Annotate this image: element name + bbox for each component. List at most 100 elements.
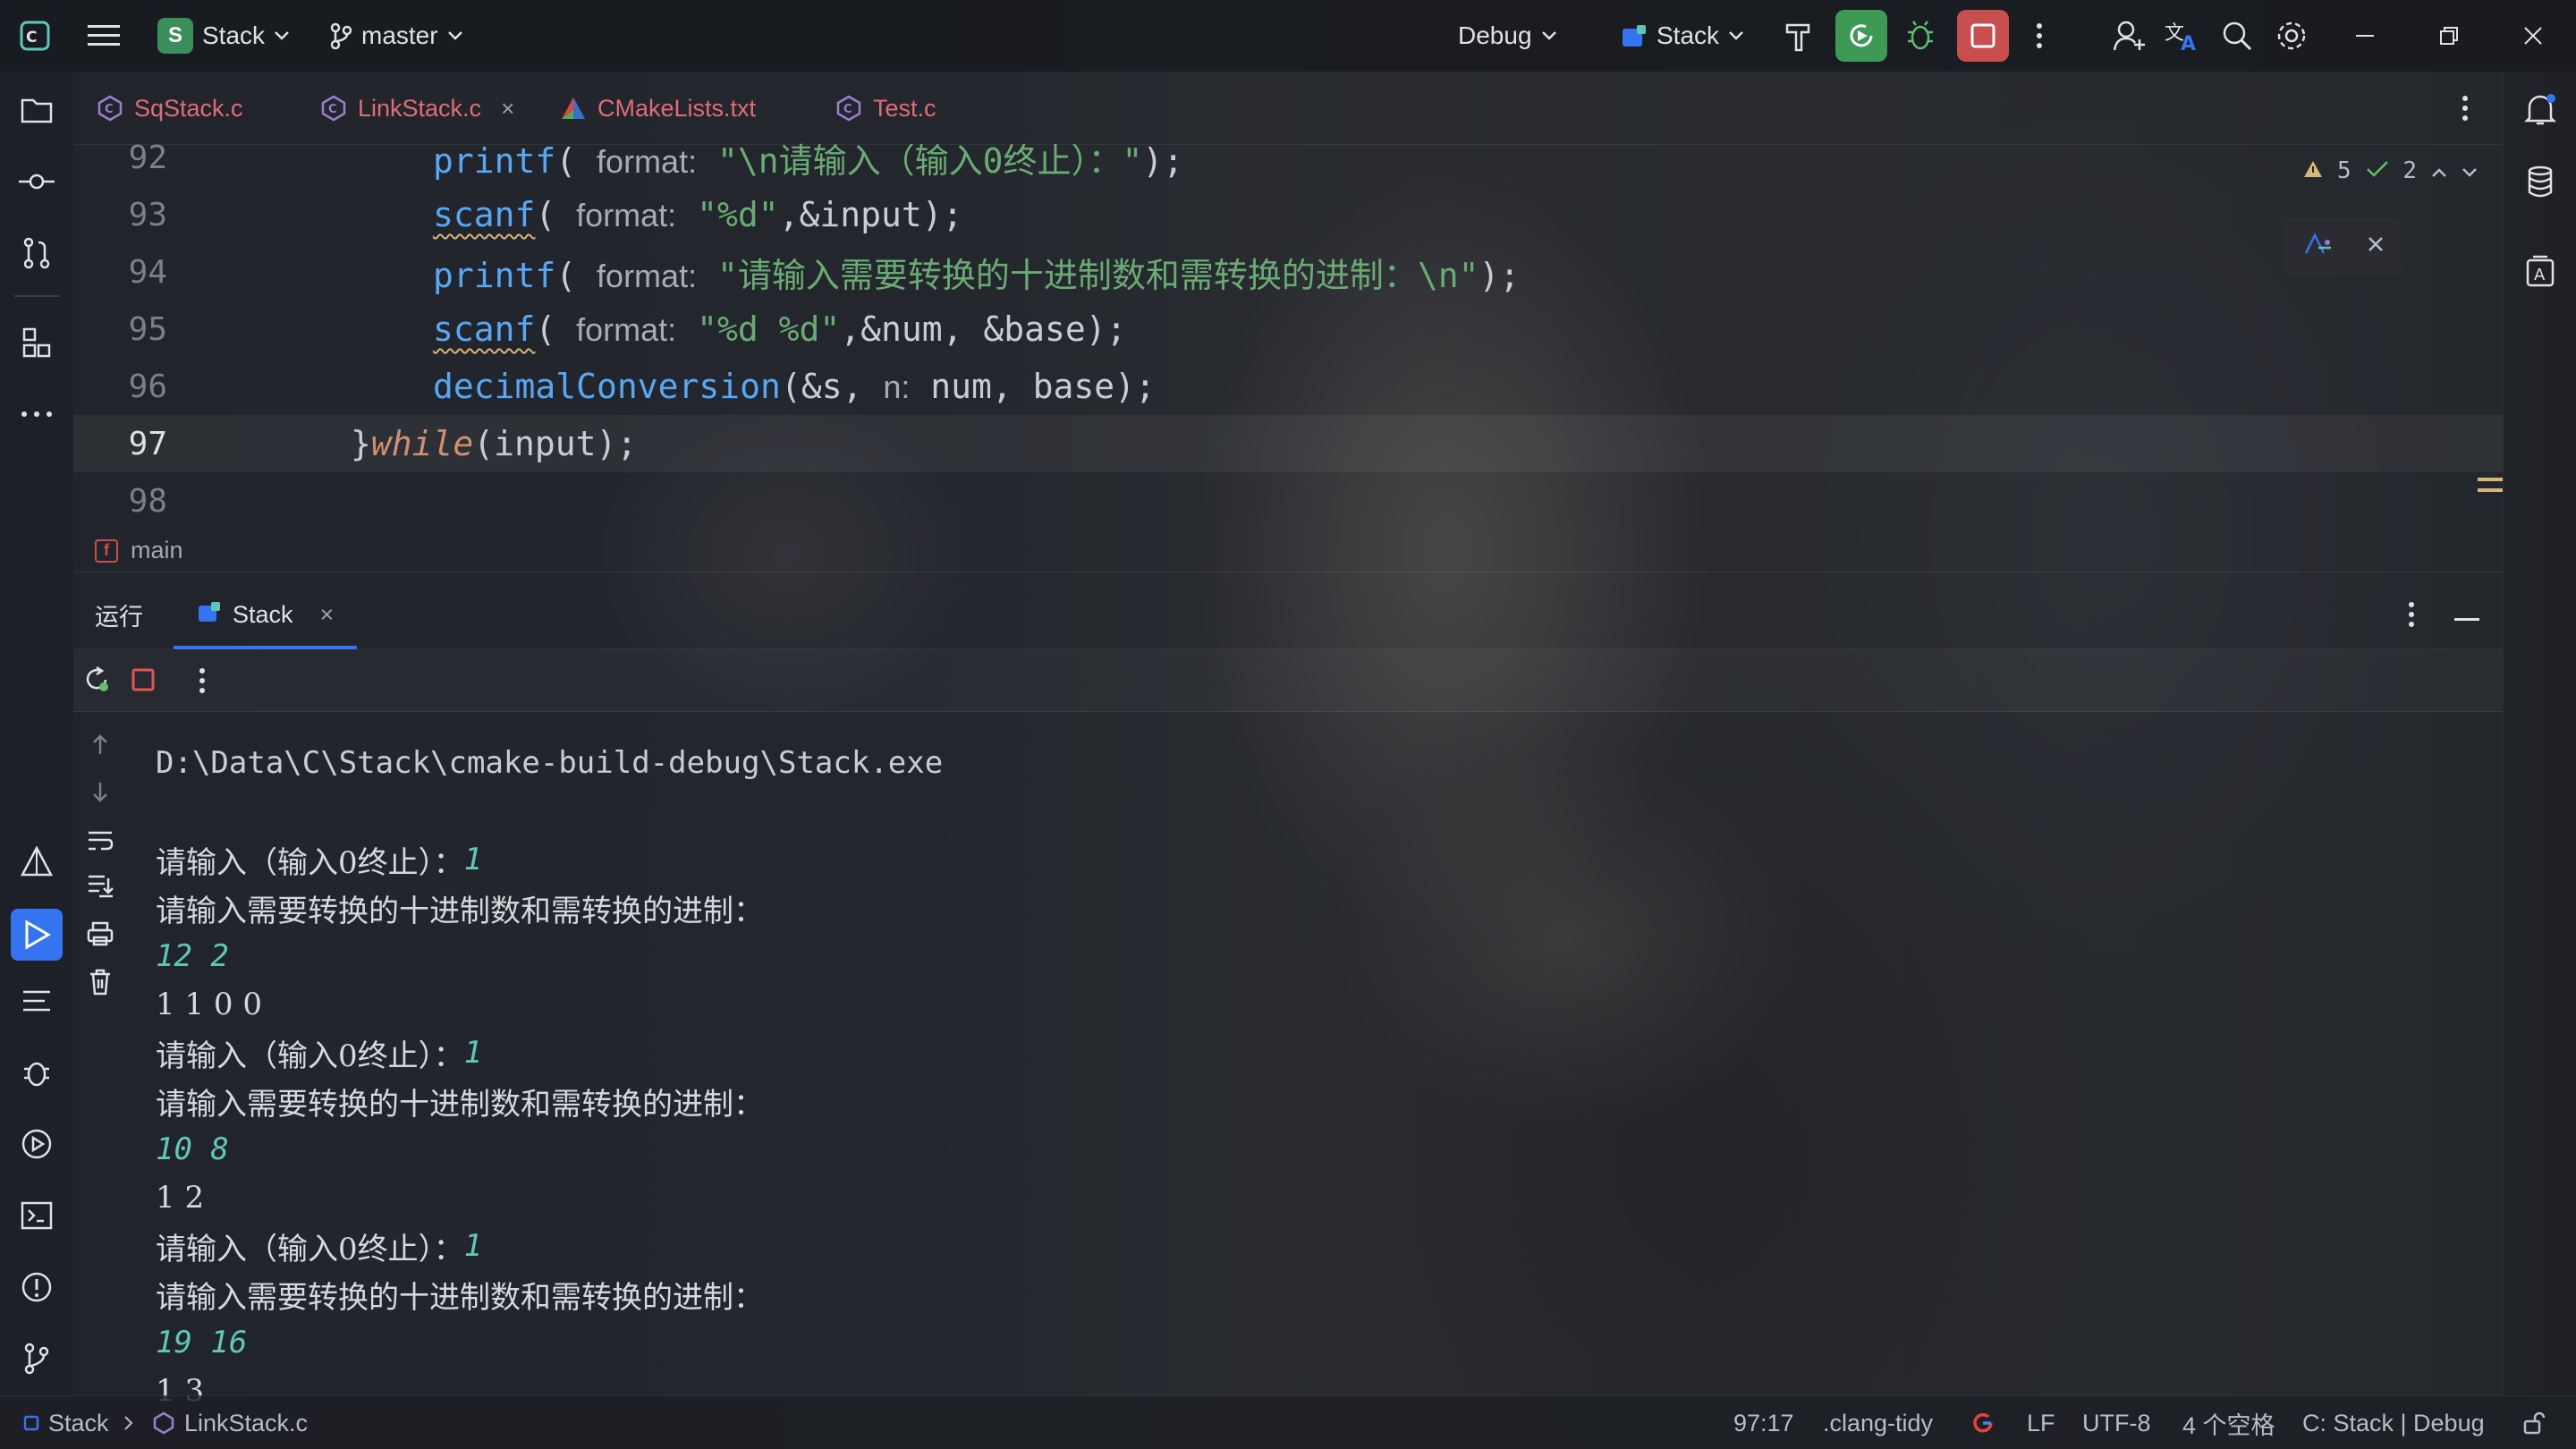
status-project[interactable]: Stack [23, 1396, 109, 1449]
status-context[interactable]: C: Stack | Debug [2302, 1396, 2485, 1449]
commit-icon[interactable] [16, 161, 57, 202]
cmake-icon[interactable] [16, 841, 57, 882]
git-icon[interactable] [16, 1338, 57, 1379]
console-user-input: 10 8 [156, 1131, 229, 1167]
settings-gear-icon[interactable] [2275, 0, 2308, 72]
code-line: 94 printf( format: "请输入需要转换的十进制数和需转换的进制：… [73, 243, 2503, 301]
code-text: scanf( format: "%d",&input); [433, 195, 963, 234]
more-actions-icon[interactable] [199, 667, 206, 699]
code-line: 92 printf( format: "\n请输入（输入0终止）："); [73, 129, 2503, 186]
minimize-icon[interactable] [2354, 0, 2376, 72]
status-file[interactable]: LinkStack.c [152, 1396, 308, 1449]
breadcrumb-function: main [131, 537, 183, 564]
rerun-icon[interactable] [82, 665, 111, 699]
c-file-icon: C [320, 95, 347, 122]
ide-window: C S Stack master Debug Stack 文 A A C SqS… [0, 0, 2576, 1449]
project-name: Stack [202, 21, 266, 49]
svg-text:A: A [2181, 33, 2196, 52]
status-encoding[interactable]: UTF-8 [2082, 1396, 2151, 1449]
console-line: 请输入需要转换的十进制数和需转换的进制： [156, 1077, 764, 1125]
toolbar-divider [14, 295, 59, 297]
ai-assistant-icon[interactable]: A [2520, 250, 2561, 292]
messages-icon[interactable] [16, 980, 57, 1021]
line-number: 95 [128, 310, 167, 348]
code-editor[interactable]: 5 2 92 printf( format: "\n请输入（输入0终止）：");… [73, 140, 2503, 530]
debug-icon[interactable] [16, 1052, 57, 1093]
hide-panel-icon[interactable] [2454, 612, 2479, 628]
console-line: 请输入（输入0终止）： 1 [156, 1029, 482, 1077]
translate-icon[interactable]: 文A [2165, 0, 2200, 72]
svg-text:C: C [26, 29, 37, 47]
chevron-right-icon [123, 1396, 134, 1449]
code-text: scanf( format: "%d %d",&num, &base); [433, 309, 1127, 349]
app-logo-icon[interactable]: C [20, 0, 50, 72]
services-icon[interactable] [16, 1123, 57, 1165]
close-tab-icon[interactable]: × [501, 95, 514, 123]
target-config-icon [1621, 23, 1648, 48]
stop-icon [1957, 10, 2009, 62]
soft-wrap-icon[interactable] [82, 823, 118, 859]
close-popup-icon[interactable] [2368, 236, 2384, 257]
more-tools-icon[interactable] [16, 394, 57, 435]
more-actions-icon[interactable] [2036, 0, 2043, 72]
scroll-marker-icon[interactable] [2478, 472, 2503, 499]
problems-icon[interactable] [16, 1267, 57, 1308]
console-user-input: 12 2 [156, 938, 229, 974]
run-tool-icon[interactable] [11, 909, 63, 961]
close-tab-icon[interactable]: × [320, 601, 335, 629]
terminal-icon[interactable] [16, 1195, 57, 1236]
cmake-file-icon [560, 96, 587, 121]
svg-text:C: C [328, 103, 337, 116]
line-number: 94 [128, 253, 167, 291]
lock-icon[interactable] [2522, 1396, 2546, 1449]
breadcrumb[interactable]: f main [73, 530, 2503, 572]
status-indent[interactable]: 4 个空格 [2182, 1396, 2275, 1449]
line-number: 92 [128, 139, 167, 176]
main-menu-icon[interactable] [88, 0, 120, 72]
floating-popup [2284, 217, 2401, 275]
close-window-icon[interactable] [2522, 0, 2544, 72]
run-panel-options-icon[interactable] [2408, 601, 2415, 632]
tab-label: Test.c [873, 94, 936, 122]
scroll-to-end-icon[interactable] [82, 868, 118, 903]
search-icon[interactable] [2222, 0, 2252, 72]
run-tab-label: Stack [233, 600, 293, 628]
run-tab-stack[interactable]: Stack × [174, 580, 358, 649]
run-target-selector[interactable]: Stack [1621, 0, 1744, 72]
status-line-ending[interactable]: LF [2027, 1396, 2055, 1449]
debug-bug-icon[interactable] [1905, 0, 1936, 72]
project-selector[interactable]: S Stack [157, 0, 290, 72]
status-caret-position[interactable]: 97:17 [1733, 1396, 1794, 1449]
rerun-button[interactable] [1835, 0, 1887, 72]
pull-requests-icon[interactable] [16, 233, 57, 274]
run-config-selector[interactable]: Debug [1458, 0, 1557, 72]
print-icon[interactable] [82, 916, 118, 952]
console-output-text: 1 2 [156, 1180, 205, 1216]
status-bar: Stack LinkStack.c 97:17 .clang-tidy LF U… [0, 1395, 2576, 1449]
chevron-down-icon [274, 30, 290, 41]
vcs-branch-selector[interactable]: master [329, 0, 463, 72]
project-folder-icon[interactable] [16, 89, 57, 131]
arrow-up-icon[interactable] [82, 726, 118, 762]
google-icon[interactable] [1971, 1396, 1995, 1449]
stop-icon[interactable] [131, 667, 156, 697]
ai-action-icon[interactable] [2302, 232, 2333, 261]
console-line: D:\Data\C\Stack\cmake-build-debug\Stack.… [156, 739, 943, 787]
structure-icon[interactable] [16, 322, 57, 363]
status-linter[interactable]: .clang-tidy [1823, 1396, 1933, 1449]
console-user-input: 1 [463, 1228, 483, 1264]
restore-icon[interactable] [2438, 0, 2460, 72]
stop-button[interactable] [1957, 0, 2009, 72]
code-line-current: 97 }while(input); [73, 415, 2503, 472]
database-icon[interactable] [2520, 161, 2561, 202]
run-config-label: Debug [1458, 21, 1532, 49]
notifications-icon[interactable] [2520, 89, 2561, 131]
add-user-icon[interactable] [2113, 0, 2147, 72]
build-hammer-icon[interactable] [1784, 0, 1814, 72]
console-output[interactable]: D:\Data\C\Stack\cmake-build-debug\Stack.… [73, 712, 2503, 1409]
arrow-down-icon[interactable] [82, 775, 118, 810]
left-tool-strip [0, 72, 73, 1395]
trash-icon[interactable] [82, 964, 118, 1000]
console-prompt-text: 请输入（输入0终止）： [156, 844, 464, 881]
console-line: 12 2 [156, 932, 229, 980]
